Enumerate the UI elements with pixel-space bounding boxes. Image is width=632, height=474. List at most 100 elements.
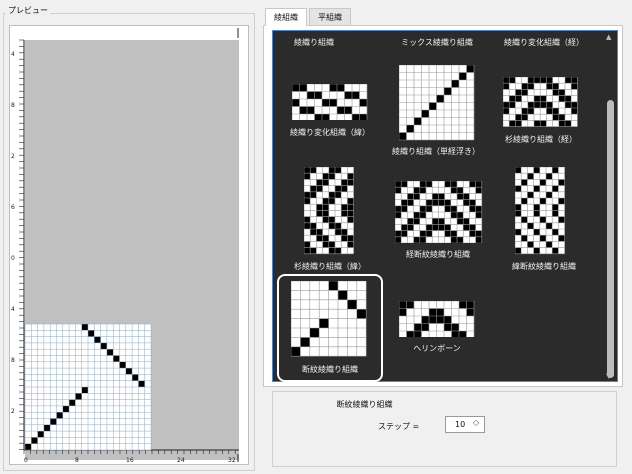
tab-plain-weave[interactable]: 平組織 [309, 8, 351, 25]
weave-cell [316, 204, 323, 211]
weave-cell [88, 330, 95, 337]
weave-cell [322, 204, 329, 211]
weave-cell [451, 331, 459, 339]
pattern-label[interactable]: 経断紋綾織り組織 [378, 249, 498, 260]
tab-twill-weave[interactable]: 綾組織 [265, 8, 307, 26]
weave-cell [552, 114, 559, 121]
pattern-item-broken-twill[interactable] [290, 280, 367, 359]
weave-cell [292, 99, 300, 107]
step-spinner-icon[interactable]: ◇ [473, 418, 479, 427]
pattern-item-herringbone-twill-warp[interactable] [502, 76, 579, 129]
weave-cell [414, 323, 422, 331]
pattern-label[interactable]: 杉綾織り組織（緯） [270, 261, 390, 272]
pattern-item-weft-broken-twill[interactable] [514, 166, 567, 257]
pattern-label[interactable]: 綾織り組織（単経浮き） [376, 146, 496, 157]
weave-cell [539, 235, 546, 242]
pattern-item-twill-single-warp-float[interactable] [398, 64, 475, 143]
scroll-down-arrow-icon[interactable]: ▼ [606, 372, 611, 380]
weave-cell [419, 187, 426, 194]
weave-cell [466, 308, 474, 316]
weave-cell [304, 222, 311, 229]
weave-cell [466, 65, 474, 73]
pattern-label[interactable]: 杉綾織り組織（経） [481, 134, 601, 145]
pattern-label-twill-variation-warp[interactable]: 綾織り変化組織（経） [484, 37, 604, 48]
weave-cell [552, 108, 559, 115]
pattern-label[interactable]: 断紋綾織り組織 [270, 364, 390, 375]
swatch-herringbone [398, 300, 475, 339]
weave-cell [515, 247, 522, 254]
weave-cell [94, 336, 101, 343]
weave-cell [307, 91, 315, 99]
weave-cell [426, 230, 433, 237]
weave-cell [407, 193, 414, 200]
weave-cell [438, 193, 445, 200]
weave-cell [509, 101, 516, 108]
pattern-item-warp-broken-twill[interactable] [394, 180, 483, 245]
pattern-label-twill[interactable]: 綾織り組織 [254, 37, 374, 48]
weave-cell [552, 210, 559, 217]
weave-cell [314, 114, 322, 122]
weave-cell [395, 187, 402, 194]
weave-cell [341, 229, 348, 236]
weave-cell [341, 185, 348, 192]
weave-cell [322, 198, 329, 205]
weave-cell [436, 308, 444, 316]
pattern-scrollbar-thumb[interactable] [607, 100, 614, 378]
step-value[interactable]: 10 [455, 420, 465, 429]
swatch-warp-broken-twill [394, 180, 483, 244]
weave-cell [463, 193, 470, 200]
weave-cell [407, 199, 414, 206]
weave-cell [432, 218, 439, 225]
ruler-number: 2 [11, 153, 15, 160]
pattern-label-mixed-twill[interactable]: ミックス綾織り組織 [377, 37, 497, 48]
weave-cell [571, 77, 578, 84]
weave-cell [304, 241, 311, 248]
weave-cell [533, 210, 540, 217]
weave-cell [406, 301, 414, 309]
pattern-item-herringbone-twill-weft[interactable] [303, 166, 356, 257]
weave-cell [322, 99, 330, 107]
weave-cell [571, 83, 578, 90]
weave-cell [450, 205, 457, 212]
ruler-number: 0 [24, 457, 28, 464]
weave-cell [395, 181, 402, 188]
pattern-label[interactable]: ヘリンボーン [377, 343, 497, 354]
weave-cell [515, 229, 522, 236]
weave-cell [337, 84, 345, 92]
weave-cell [401, 230, 408, 237]
pattern-label[interactable]: 緯断紋綾織り組織 [484, 261, 604, 272]
pattern-item-herringbone[interactable] [398, 300, 475, 339]
weave-cell [515, 185, 522, 192]
weave-cell [546, 83, 553, 90]
weave-cell [450, 236, 457, 243]
weave-cell [347, 210, 354, 217]
weave-cell [539, 198, 546, 205]
weave-cell [421, 110, 429, 118]
weave-cell [328, 198, 335, 205]
weave-cell [399, 308, 407, 316]
weave-cell [335, 185, 342, 192]
weave-cell [316, 185, 323, 192]
scroll-up-arrow-icon[interactable]: ▲ [606, 33, 611, 41]
weave-cell [558, 95, 565, 102]
weave-cell [436, 95, 444, 103]
weave-cell [515, 204, 522, 211]
weave-cell [335, 222, 342, 229]
weave-cell [316, 179, 323, 186]
weave-cell [444, 316, 452, 324]
weave-cell [521, 198, 528, 205]
weave-cell [546, 101, 553, 108]
weave-cell [56, 412, 63, 419]
weave-cell [515, 120, 522, 127]
pattern-item-twill-variation-weft[interactable] [291, 83, 368, 122]
weave-cell [521, 179, 528, 186]
pattern-label[interactable]: 綾織り変化組織（緯） [270, 127, 390, 138]
weave-cell [359, 114, 367, 122]
step-label: ステップ = [378, 422, 420, 431]
weave-cell [395, 205, 402, 212]
weave-cell [407, 218, 414, 225]
weave-cell [521, 216, 528, 223]
weave-cell [113, 355, 120, 362]
weave-cell [310, 191, 317, 198]
preview-canvas[interactable]: 0 8 16 24 32 4 8 2 6 0 4 8 2 [9, 25, 249, 465]
